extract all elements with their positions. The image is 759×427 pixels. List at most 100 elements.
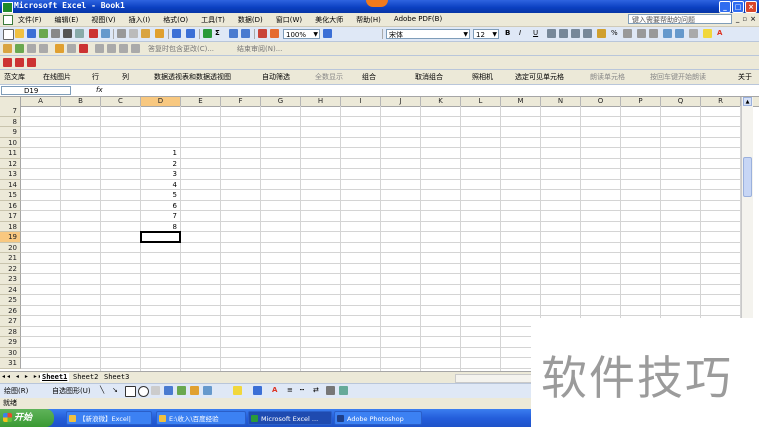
- menu-item[interactable]: 插入(I): [129, 15, 151, 25]
- maximize-button[interactable]: □: [732, 1, 744, 13]
- fill-color-icon[interactable]: [703, 29, 712, 38]
- menu-item[interactable]: 帮助(H): [356, 15, 381, 25]
- print-preview-icon[interactable]: [75, 29, 84, 38]
- clipart-icon[interactable]: [190, 386, 199, 395]
- line-icon[interactable]: ╲: [100, 386, 104, 394]
- sheet-tab-2[interactable]: Sheet2: [71, 373, 100, 382]
- undo-icon[interactable]: [172, 29, 181, 38]
- addin-item-pivot[interactable]: 数据透视表和数据透视图: [154, 72, 231, 82]
- select-all-corner[interactable]: [0, 97, 21, 106]
- italic-button[interactable]: I: [519, 29, 521, 37]
- email-icon[interactable]: [51, 29, 60, 38]
- fill-color-icon[interactable]: [233, 386, 242, 395]
- menu-item[interactable]: 工具(T): [201, 15, 225, 25]
- row-header[interactable]: 20: [0, 242, 21, 253]
- row-header[interactable]: 16: [0, 200, 21, 211]
- decrease-indent-icon[interactable]: [663, 29, 672, 38]
- active-cell[interactable]: [140, 231, 181, 243]
- sheet-tab-3[interactable]: Sheet3: [102, 373, 131, 382]
- workbook-icon[interactable]: [3, 15, 13, 25]
- addin-item-read-cells[interactable]: 朗读单元格: [590, 72, 625, 82]
- column-header[interactable]: Q: [661, 97, 701, 106]
- create-task-icon[interactable]: [95, 44, 104, 53]
- redo-icon[interactable]: [186, 29, 195, 38]
- row-header[interactable]: 19: [0, 232, 21, 243]
- copy-icon[interactable]: [129, 29, 138, 38]
- fx-icon[interactable]: fx: [96, 86, 103, 94]
- percent-icon[interactable]: %: [611, 29, 618, 37]
- reply-with-changes-button[interactable]: 答复时包含更改(C)...: [148, 44, 214, 54]
- addin-item-row[interactable]: 行: [92, 72, 99, 82]
- taskbar-item-3[interactable]: Microsoft Excel ...: [248, 411, 332, 425]
- column-header[interactable]: D: [141, 97, 181, 106]
- name-box[interactable]: D19: [1, 86, 71, 95]
- picture-icon[interactable]: [203, 386, 212, 395]
- column-header[interactable]: I: [341, 97, 381, 106]
- row-header[interactable]: 27: [0, 316, 21, 327]
- cut-icon[interactable]: [117, 29, 126, 38]
- font-color-icon[interactable]: A: [717, 29, 722, 37]
- review-icon[interactable]: [3, 44, 12, 53]
- column-header[interactable]: C: [101, 97, 141, 106]
- dash-style-icon[interactable]: ┅: [300, 386, 304, 394]
- diagram-icon[interactable]: [177, 386, 186, 395]
- column-header[interactable]: N: [541, 97, 581, 106]
- 3d-icon[interactable]: [339, 386, 348, 395]
- font-color-icon[interactable]: A: [272, 386, 277, 394]
- cell[interactable]: 5: [141, 190, 177, 200]
- flag-icon[interactable]: [131, 44, 140, 53]
- comma-style-icon[interactable]: [623, 29, 632, 38]
- close-button[interactable]: ×: [745, 1, 757, 13]
- wordart-icon[interactable]: [164, 386, 173, 395]
- send-to-icon[interactable]: [119, 44, 128, 53]
- menu-item[interactable]: 数据(D): [238, 15, 263, 25]
- addin-item-online-images[interactable]: 在线图片: [43, 72, 71, 82]
- addin-item-column[interactable]: 列: [122, 72, 129, 82]
- column-header[interactable]: E: [181, 97, 221, 106]
- sort-ascending-icon[interactable]: [229, 29, 238, 38]
- addin-item-about[interactable]: 关于: [738, 72, 752, 82]
- underline-button[interactable]: U: [533, 29, 538, 37]
- next-comment-icon[interactable]: [39, 44, 48, 53]
- taskbar-item-4[interactable]: Adobe Photoshop: [334, 411, 422, 425]
- row-header[interactable]: 12: [0, 158, 21, 169]
- autoshapes-button[interactable]: 自选图形(U): [52, 386, 91, 396]
- previous-comment-icon[interactable]: [27, 44, 36, 53]
- row-header[interactable]: 13: [0, 169, 21, 180]
- shadow-icon[interactable]: [326, 386, 335, 395]
- column-header[interactable]: M: [501, 97, 541, 106]
- chart-wizard-icon[interactable]: [258, 29, 267, 38]
- column-header[interactable]: G: [261, 97, 301, 106]
- row-header[interactable]: 23: [0, 274, 21, 285]
- convert-and-review-icon[interactable]: [27, 58, 36, 67]
- arrow-style-icon[interactable]: ⇄: [313, 386, 319, 394]
- row-header[interactable]: 24: [0, 284, 21, 295]
- row-header[interactable]: 25: [0, 295, 21, 306]
- cell[interactable]: 4: [141, 180, 177, 190]
- scroll-thumb[interactable]: [743, 157, 752, 197]
- workbook-minimize-button[interactable]: _: [736, 15, 740, 23]
- menu-item[interactable]: 格式(O): [163, 15, 188, 25]
- help-search-input[interactable]: 键入需要帮助的问题: [628, 14, 732, 24]
- column-header[interactable]: R: [701, 97, 741, 106]
- cell[interactable]: 3: [141, 169, 177, 179]
- sort-descending-icon[interactable]: [241, 29, 250, 38]
- row-header[interactable]: 28: [0, 326, 21, 337]
- taskbar-item-1[interactable]: 【新浪微】Excel|: [66, 411, 152, 425]
- delete-comment-icon[interactable]: [79, 44, 88, 53]
- autosum-icon[interactable]: Σ: [215, 29, 220, 37]
- column-header[interactable]: O: [581, 97, 621, 106]
- scroll-up-icon[interactable]: ▲: [743, 97, 752, 106]
- addin-item-autofilter[interactable]: 自动筛选: [262, 72, 290, 82]
- format-painter-icon[interactable]: [155, 29, 164, 38]
- row-header[interactable]: 8: [0, 116, 21, 127]
- align-center-icon[interactable]: [559, 29, 568, 38]
- row-header[interactable]: 10: [0, 137, 21, 148]
- rectangle-icon[interactable]: [125, 386, 136, 397]
- taskbar-item-2[interactable]: E:\收入\百度经验: [156, 411, 246, 425]
- save-icon[interactable]: [27, 29, 36, 38]
- new-comment-icon[interactable]: [15, 44, 24, 53]
- column-header[interactable]: L: [461, 97, 501, 106]
- addin-item-camera[interactable]: 照相机: [472, 72, 493, 82]
- addin-item-select-visible[interactable]: 选定可见单元格: [515, 72, 564, 82]
